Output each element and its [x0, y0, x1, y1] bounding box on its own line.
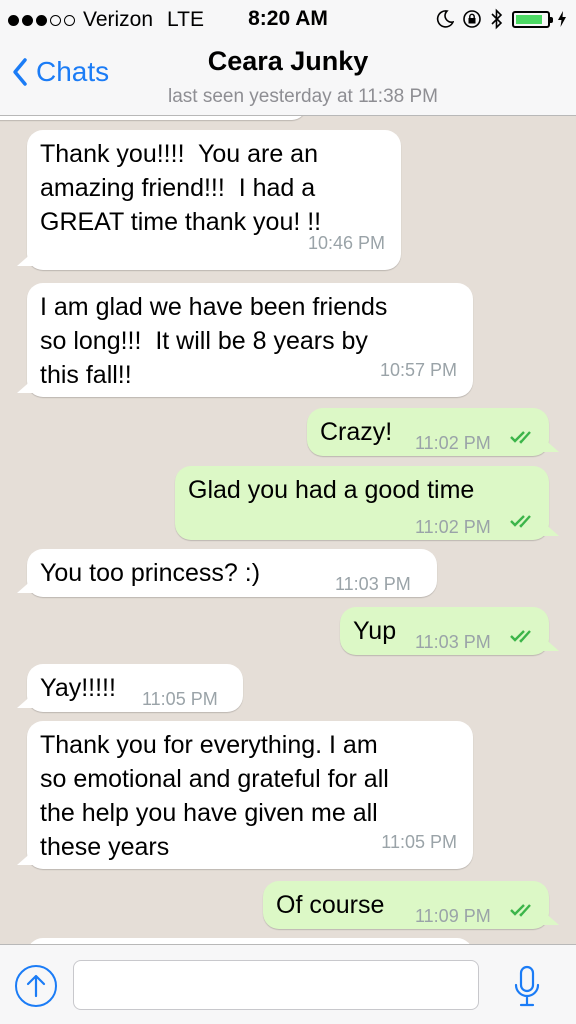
- message-text: Of course: [276, 891, 385, 919]
- status-right: [436, 8, 566, 30]
- message-bubble-outgoing[interactable]: Crazy! 11:02 PM: [307, 408, 559, 456]
- attach-button[interactable]: [15, 965, 57, 1007]
- contact-name[interactable]: Ceara Junky: [0, 46, 576, 77]
- message-time: 11:05 PM: [381, 832, 457, 852]
- message-text: Yay!!!!!: [40, 674, 116, 702]
- read-receipt-icon: [510, 630, 531, 643]
- message-text: Glad you had a good time: [188, 476, 475, 504]
- message-text: Yup: [353, 617, 397, 645]
- message-time: 10:46 PM: [307, 233, 385, 253]
- message-bubble-incoming[interactable]: Thank you!!!! You are an amazing friend!!…: [17, 130, 401, 270]
- message-time: 11:02 PM: [415, 517, 491, 537]
- message-bubble-outgoing[interactable]: Yup 11:03 PM: [340, 607, 559, 655]
- moon-icon: [436, 10, 454, 28]
- message-time: 11:02 PM: [415, 433, 491, 453]
- battery-icon: [512, 10, 553, 28]
- message-time: 11:09 PM: [415, 906, 491, 926]
- message-time: 11:03 PM: [415, 632, 491, 652]
- message-time: 10:57 PM: [379, 360, 457, 380]
- message-text: You too princess? :): [40, 559, 261, 587]
- bluetooth-icon: [491, 8, 503, 30]
- message-time: 11:05 PM: [142, 689, 218, 709]
- battery-fill: [516, 14, 542, 24]
- message-composer: [0, 944, 576, 1024]
- last-seen-status: last seen yesterday at 11:38 PM: [167, 86, 439, 107]
- message-bubble-incoming[interactable]: [0, 116, 306, 120]
- message-bubble-incoming[interactable]: I am glad we have been friends so long!!!…: [17, 283, 473, 397]
- message-bubble-incoming[interactable]: You too princess? :) 11:03 PM: [17, 549, 437, 597]
- rotation-lock-icon: [463, 10, 481, 28]
- message-text: I am glad we have been friends so long!!!…: [40, 293, 388, 389]
- message-bubble-outgoing[interactable]: Glad you had a good time 11:02 PM: [175, 466, 559, 540]
- message-text: Thank you!!!! You are an amazing friend!!…: [40, 140, 322, 236]
- chat-messages[interactable]: Thank you!!!! You are an amazing friend!!…: [0, 116, 576, 944]
- arrow-up-icon: [26, 974, 46, 998]
- chat-header: Chats Ceara Junky last seen yesterday at…: [0, 38, 576, 116]
- read-receipt-icon: [510, 515, 531, 528]
- message-bubble-incoming[interactable]: Yay!!!!! 11:05 PM: [17, 664, 243, 712]
- message-bubble-incoming[interactable]: Thank you for everything. I am so emotion…: [17, 721, 473, 869]
- read-receipt-icon: [510, 904, 531, 917]
- message-text: Crazy!: [320, 418, 393, 446]
- message-input[interactable]: [73, 960, 479, 1010]
- status-bar: Verizon LTE 8:20 AM: [0, 0, 576, 38]
- message-time: 11:03 PM: [335, 574, 411, 594]
- read-receipt-icon: [510, 431, 531, 444]
- microphone-button[interactable]: [512, 965, 542, 1009]
- message-bubble-outgoing[interactable]: Of course 11:09 PM: [263, 881, 559, 929]
- message-text: Thank you for everything. I am so emotion…: [40, 731, 389, 861]
- charging-bolt-icon: [558, 11, 566, 27]
